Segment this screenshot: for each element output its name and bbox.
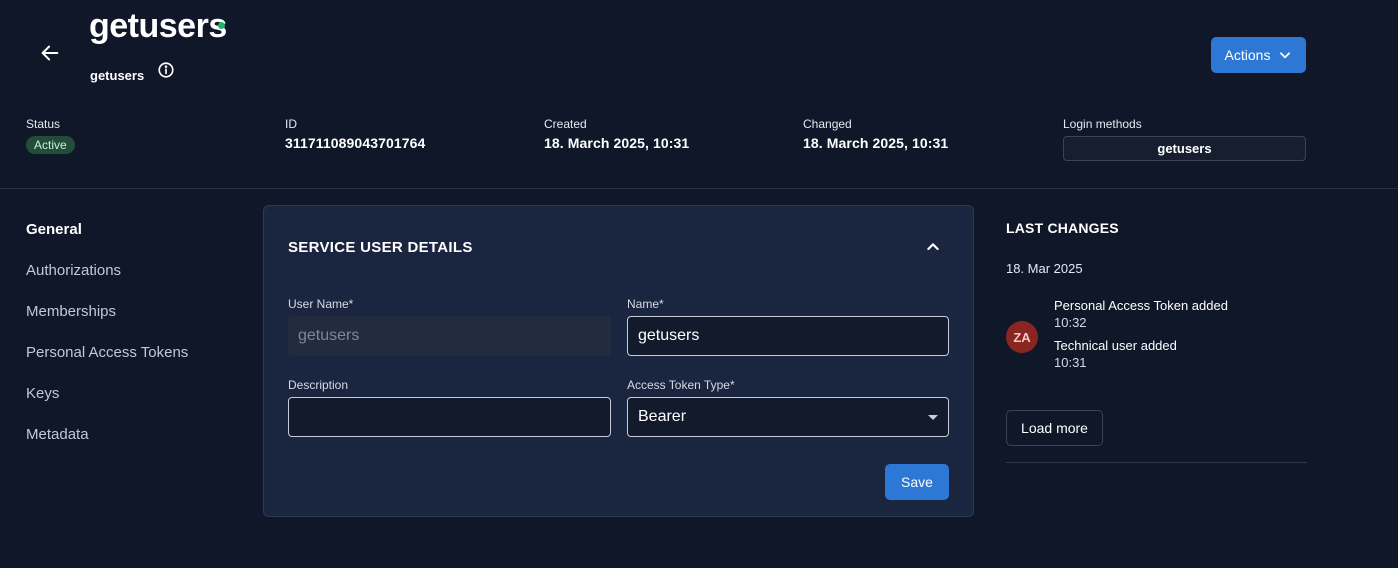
last-changes-title: LAST CHANGES [1006, 220, 1119, 236]
login-method-chip: getusers [1063, 136, 1306, 161]
access-token-type-select[interactable]: Bearer [627, 397, 949, 437]
created-value: 18. March 2025, 10:31 [544, 135, 690, 151]
changed-meta: Changed 18. March 2025, 10:31 [803, 117, 948, 151]
nav-item-general[interactable]: General [26, 220, 188, 261]
load-more-button[interactable]: Load more [1006, 410, 1103, 446]
created-label: Created [544, 117, 587, 131]
username-field: getusers [288, 316, 611, 356]
change-date: 18. Mar 2025 [1006, 261, 1083, 276]
name-label: Name* [627, 297, 664, 311]
status-label: Status [26, 117, 61, 131]
change-time: 10:31 [1054, 355, 1087, 370]
info-icon[interactable] [157, 61, 175, 79]
nav-item-personal-access-tokens[interactable]: Personal Access Tokens [26, 343, 188, 384]
avatar: ZA [1006, 321, 1038, 353]
change-entry: Technical user added 10:31 [1054, 338, 1177, 370]
nav-item-memberships[interactable]: Memberships [26, 302, 188, 343]
service-user-details-card: SERVICE USER DETAILS User Name* getusers… [263, 205, 974, 517]
status-badge: Active [26, 136, 75, 154]
chevron-up-icon [927, 243, 939, 251]
chevron-down-icon [1280, 52, 1291, 59]
card-title: SERVICE USER DETAILS [288, 239, 473, 256]
back-button[interactable] [34, 37, 66, 69]
change-text: Personal Access Token added [1054, 298, 1228, 313]
description-label: Description [288, 378, 349, 392]
collapse-button[interactable] [923, 237, 943, 257]
status-dot [218, 22, 225, 29]
login-methods-label: Login methods [1063, 117, 1142, 131]
changed-value: 18. March 2025, 10:31 [803, 135, 949, 151]
arrow-left-icon [41, 45, 59, 61]
access-token-type-label: Access Token Type* [627, 378, 735, 392]
changes-divider [1006, 462, 1307, 463]
side-nav: General Authorizations Memberships Perso… [26, 220, 188, 466]
id-value: 311711089043701764 [285, 135, 426, 151]
page-title: getusers [89, 7, 227, 45]
nav-item-metadata[interactable]: Metadata [26, 425, 188, 466]
access-token-type-value: Bearer [638, 408, 687, 425]
save-button[interactable]: Save [885, 464, 949, 500]
username-label: User Name* [288, 297, 354, 311]
name-field[interactable]: getusers [627, 316, 949, 356]
id-label: ID [285, 117, 297, 131]
change-time: 10:32 [1054, 315, 1087, 330]
login-methods-meta: Login methods getusers [1063, 117, 1306, 161]
status-meta: Status Active [26, 117, 75, 154]
actions-button[interactable]: Actions [1211, 37, 1306, 73]
caret-down-icon [928, 415, 938, 420]
change-entry: Personal Access Token added 10:32 [1054, 298, 1228, 330]
nav-item-keys[interactable]: Keys [26, 384, 188, 425]
actions-label: Actions [1224, 47, 1271, 63]
nav-item-authorizations[interactable]: Authorizations [26, 261, 188, 302]
page-subtitle: getusers [90, 68, 145, 83]
changed-label: Changed [803, 117, 852, 131]
created-meta: Created 18. March 2025, 10:31 [544, 117, 689, 151]
change-text: Technical user added [1054, 338, 1177, 353]
header-divider [0, 188, 1398, 189]
last-changes-panel: LAST CHANGES 18. Mar 2025 ZA Personal Ac… [1006, 220, 1307, 463]
id-meta: ID 311711089043701764 [285, 117, 425, 151]
description-field[interactable] [288, 397, 611, 437]
